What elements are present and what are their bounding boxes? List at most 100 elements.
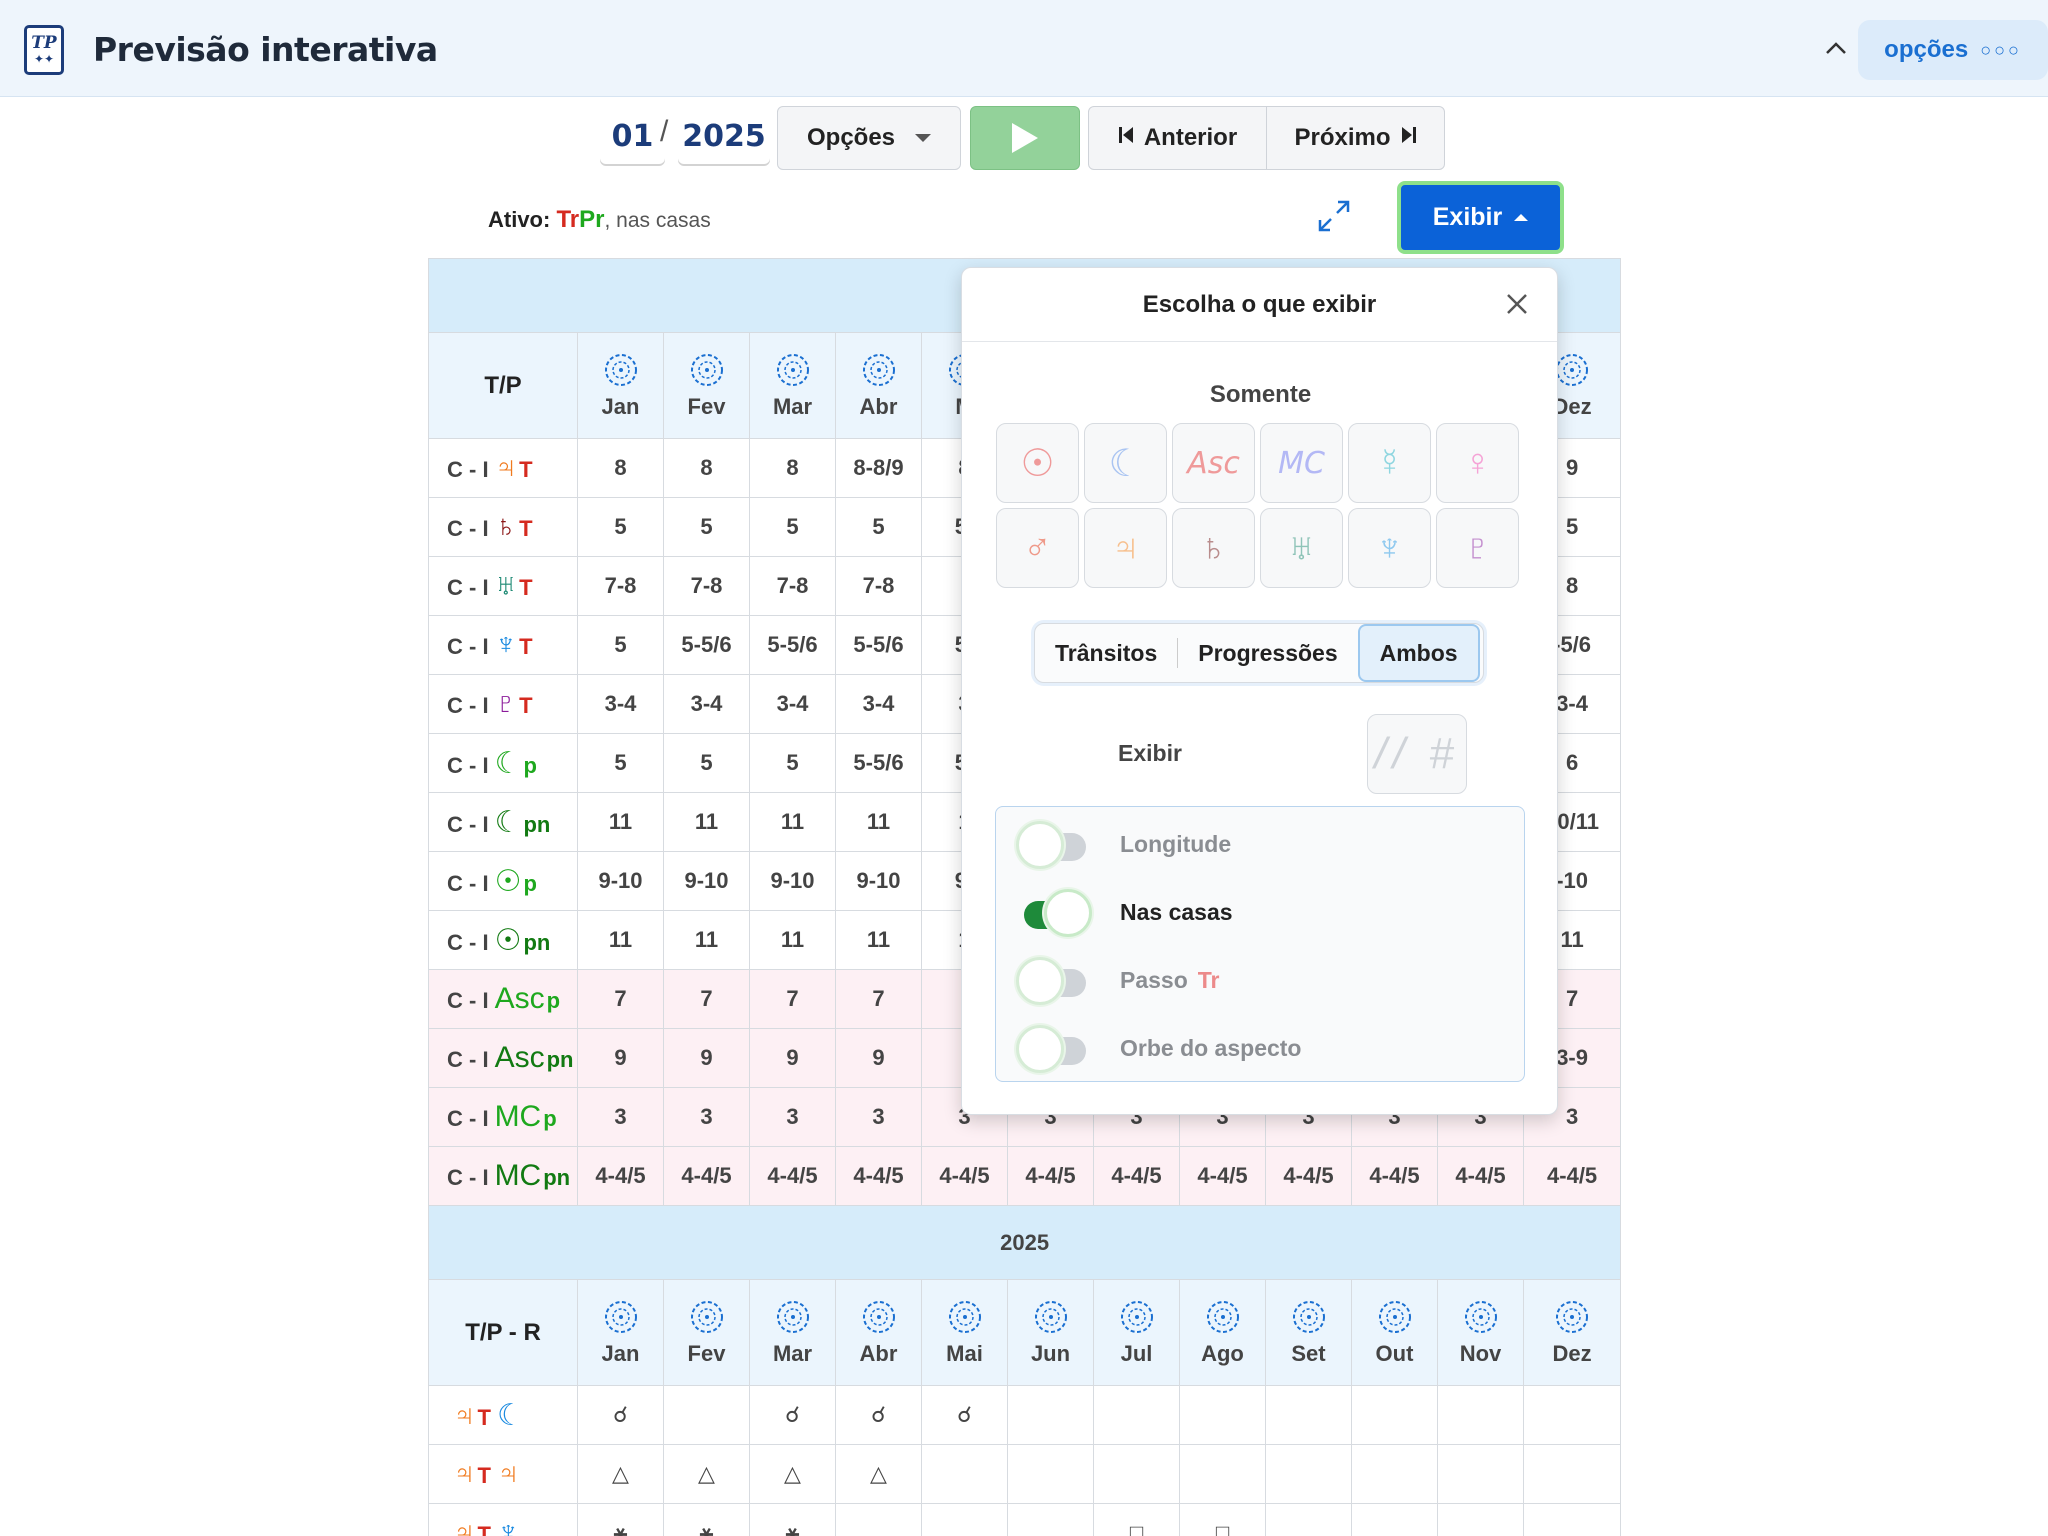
- aspect-cell[interactable]: [921, 1444, 1008, 1504]
- table-cell[interactable]: 7-8: [663, 556, 750, 616]
- aspect-cell[interactable]: □: [1093, 1503, 1180, 1536]
- table-cell[interactable]: 5-5/6: [835, 615, 922, 675]
- venus-filter-button[interactable]: ♀: [1436, 423, 1519, 503]
- table-cell[interactable]: 11: [835, 792, 922, 852]
- table-cell[interactable]: 8: [663, 438, 750, 498]
- table-cell[interactable]: 3: [749, 1087, 836, 1147]
- table2-month-10[interactable]: Nov: [1437, 1279, 1524, 1386]
- table2-month-6[interactable]: Jul: [1093, 1279, 1180, 1386]
- aspect-cell[interactable]: [1265, 1503, 1352, 1536]
- aspect-cell[interactable]: [1007, 1503, 1094, 1536]
- table-cell[interactable]: 5: [835, 497, 922, 557]
- table2-month-5[interactable]: Jun: [1007, 1279, 1094, 1386]
- table-cell[interactable]: 4-4/5: [835, 1146, 922, 1206]
- mars-filter-button[interactable]: ♂: [996, 508, 1079, 588]
- table-cell[interactable]: 5: [577, 615, 664, 675]
- table-cell[interactable]: 11: [663, 910, 750, 970]
- table1-month-0[interactable]: Jan: [577, 332, 664, 439]
- table-cell[interactable]: 5-5/6: [663, 615, 750, 675]
- table1-month-3[interactable]: Abr: [835, 332, 922, 439]
- previous-button[interactable]: Anterior: [1089, 107, 1266, 169]
- table2-month-0[interactable]: Jan: [577, 1279, 664, 1386]
- table1-month-2[interactable]: Mar: [749, 332, 836, 439]
- table2-month-9[interactable]: Out: [1351, 1279, 1438, 1386]
- aspect-cell[interactable]: [921, 1503, 1008, 1536]
- segment-2[interactable]: Ambos: [1357, 624, 1480, 682]
- aspect-cell[interactable]: [1351, 1503, 1438, 1536]
- aspect-cell[interactable]: [1093, 1444, 1180, 1504]
- aspect-cell[interactable]: [1179, 1385, 1266, 1445]
- table2-month-2[interactable]: Mar: [749, 1279, 836, 1386]
- table2-month-7[interactable]: Ago: [1179, 1279, 1266, 1386]
- next-button[interactable]: Próximo: [1266, 107, 1444, 169]
- aspect-cell[interactable]: ⚹: [663, 1503, 750, 1536]
- chevron-up-icon[interactable]: [1822, 34, 1850, 62]
- table-cell[interactable]: 5: [749, 497, 836, 557]
- mc-filter-button[interactable]: MC: [1260, 423, 1343, 503]
- toggle-switch[interactable]: [1016, 889, 1092, 937]
- table-cell[interactable]: 11: [577, 792, 664, 852]
- table2-month-1[interactable]: Fev: [663, 1279, 750, 1386]
- table-cell[interactable]: 11: [663, 792, 750, 852]
- aspect-cell[interactable]: [1007, 1444, 1094, 1504]
- pluto-filter-button[interactable]: ♇: [1436, 508, 1519, 588]
- play-button[interactable]: [970, 106, 1080, 170]
- table-cell[interactable]: 11: [749, 792, 836, 852]
- table-cell[interactable]: 8: [577, 438, 664, 498]
- aspect-cell[interactable]: ⚹: [577, 1503, 664, 1536]
- aspect-cell[interactable]: [1437, 1503, 1524, 1536]
- table-cell[interactable]: 7-8: [577, 556, 664, 616]
- table-cell[interactable]: 4-4/5: [1437, 1146, 1524, 1206]
- table-cell[interactable]: 5-5/6: [749, 615, 836, 675]
- aspect-cell[interactable]: [1522, 1503, 1622, 1536]
- table-cell[interactable]: 9-10: [749, 851, 836, 911]
- table-cell[interactable]: 7: [577, 969, 664, 1029]
- aspect-cell[interactable]: [1437, 1385, 1524, 1445]
- table-cell[interactable]: 9: [835, 1028, 922, 1088]
- table-cell[interactable]: 7: [835, 969, 922, 1029]
- table-cell[interactable]: 7-8: [835, 556, 922, 616]
- table-cell[interactable]: 9-10: [835, 851, 922, 911]
- aspect-cell[interactable]: △: [835, 1444, 922, 1504]
- table2-month-11[interactable]: Dez: [1522, 1279, 1622, 1386]
- saturn-filter-button[interactable]: ♄: [1172, 508, 1255, 588]
- table-cell[interactable]: 7: [749, 969, 836, 1029]
- toggle-switch[interactable]: [1016, 957, 1086, 1005]
- segment-1[interactable]: Progressões: [1178, 624, 1357, 682]
- jupiter-filter-button[interactable]: ♃: [1084, 508, 1167, 588]
- table-cell[interactable]: 4-4/5: [577, 1146, 664, 1206]
- aspect-cell[interactable]: [1351, 1385, 1438, 1445]
- table-cell[interactable]: 3-4: [663, 674, 750, 734]
- table-cell[interactable]: 3: [835, 1087, 922, 1147]
- table-cell[interactable]: 8: [749, 438, 836, 498]
- aspect-cell[interactable]: [1007, 1385, 1094, 1445]
- close-icon[interactable]: [1499, 286, 1535, 322]
- month-input[interactable]: 01: [600, 108, 665, 164]
- table-cell[interactable]: 11: [749, 910, 836, 970]
- table1-month-1[interactable]: Fev: [663, 332, 750, 439]
- year-input[interactable]: 2025: [678, 108, 770, 164]
- aspect-cell[interactable]: ☌: [749, 1385, 836, 1445]
- segment-0[interactable]: Trânsitos: [1035, 624, 1177, 682]
- aspect-cell[interactable]: [1265, 1385, 1352, 1445]
- aspect-cell[interactable]: ☌: [921, 1385, 1008, 1445]
- table-cell[interactable]: 11: [835, 910, 922, 970]
- table-cell[interactable]: 3: [663, 1087, 750, 1147]
- aspect-cell[interactable]: [663, 1385, 750, 1445]
- table-cell[interactable]: 3-4: [749, 674, 836, 734]
- expand-icon[interactable]: [1316, 198, 1352, 234]
- aspect-cell[interactable]: △: [577, 1444, 664, 1504]
- table-cell[interactable]: 4-4/5: [1093, 1146, 1180, 1206]
- table-cell[interactable]: 9: [663, 1028, 750, 1088]
- table-cell[interactable]: 5: [577, 497, 664, 557]
- aspect-cell[interactable]: □: [1179, 1503, 1266, 1536]
- table-cell[interactable]: 9-10: [663, 851, 750, 911]
- table-cell[interactable]: 4-4/5: [1522, 1146, 1622, 1206]
- table-cell[interactable]: 3-4: [835, 674, 922, 734]
- moon-filter-button[interactable]: ☾: [1084, 423, 1167, 503]
- table-cell[interactable]: 9-10: [577, 851, 664, 911]
- table-cell[interactable]: 5: [663, 733, 750, 793]
- table-cell[interactable]: 3: [577, 1087, 664, 1147]
- table-cell[interactable]: 3-4: [577, 674, 664, 734]
- aspect-cell[interactable]: [1093, 1385, 1180, 1445]
